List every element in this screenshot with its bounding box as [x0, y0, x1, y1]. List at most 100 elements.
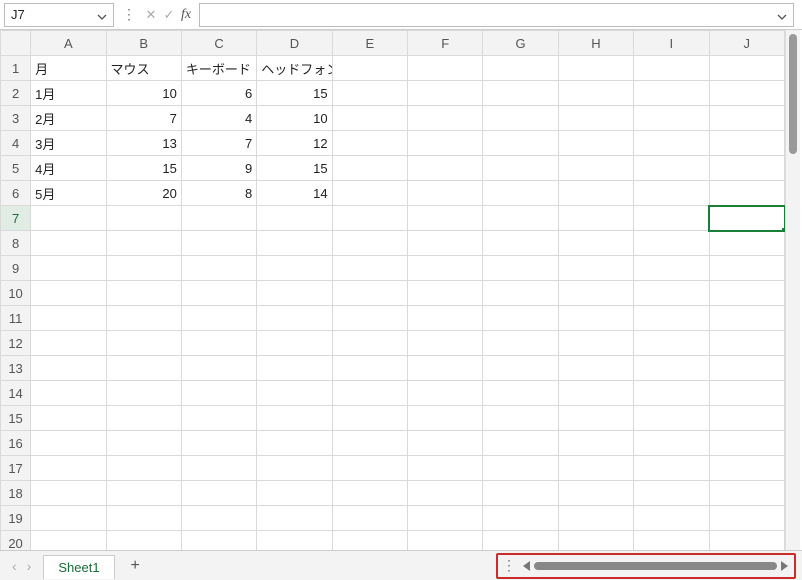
cell-D7[interactable]: [257, 206, 332, 231]
name-box[interactable]: J7: [4, 3, 114, 27]
cell-H12[interactable]: [558, 331, 633, 356]
cell-H17[interactable]: [558, 456, 633, 481]
cell-A8[interactable]: [31, 231, 106, 256]
cell-E16[interactable]: [332, 431, 407, 456]
cell-C17[interactable]: [181, 456, 256, 481]
cell-B10[interactable]: [106, 281, 181, 306]
cell-E10[interactable]: [332, 281, 407, 306]
cell-F6[interactable]: [408, 181, 483, 206]
row-head-5[interactable]: 5: [1, 156, 31, 181]
cell-I19[interactable]: [634, 506, 709, 531]
cell-G5[interactable]: [483, 156, 558, 181]
cell-J17[interactable]: [709, 456, 784, 481]
row-head-9[interactable]: 9: [1, 256, 31, 281]
cell-F18[interactable]: [408, 481, 483, 506]
cell-G1[interactable]: [483, 56, 558, 81]
cell-I3[interactable]: [634, 106, 709, 131]
row-head-1[interactable]: 1: [1, 56, 31, 81]
cell-J2[interactable]: [709, 81, 784, 106]
cell-D1[interactable]: ヘッドフォン: [257, 56, 332, 81]
cell-E12[interactable]: [332, 331, 407, 356]
cell-H15[interactable]: [558, 406, 633, 431]
cell-E5[interactable]: [332, 156, 407, 181]
row-head-10[interactable]: 10: [1, 281, 31, 306]
cell-J1[interactable]: [709, 56, 784, 81]
cell-B17[interactable]: [106, 456, 181, 481]
cell-G3[interactable]: [483, 106, 558, 131]
row-head-18[interactable]: 18: [1, 481, 31, 506]
cell-A19[interactable]: [31, 506, 106, 531]
row-head-19[interactable]: 19: [1, 506, 31, 531]
cell-D16[interactable]: [257, 431, 332, 456]
cell-G13[interactable]: [483, 356, 558, 381]
cell-H19[interactable]: [558, 506, 633, 531]
cell-B4[interactable]: 13: [106, 131, 181, 156]
row-head-15[interactable]: 15: [1, 406, 31, 431]
cell-C4[interactable]: 7: [181, 131, 256, 156]
cell-F15[interactable]: [408, 406, 483, 431]
vertical-scrollbar[interactable]: [785, 30, 800, 550]
cell-A3[interactable]: 2月: [31, 106, 106, 131]
cell-D6[interactable]: 14: [257, 181, 332, 206]
formula-input[interactable]: [199, 3, 794, 27]
cell-G8[interactable]: [483, 231, 558, 256]
row-head-17[interactable]: 17: [1, 456, 31, 481]
cancel-icon[interactable]: ✕: [143, 7, 159, 23]
cell-I5[interactable]: [634, 156, 709, 181]
cell-H2[interactable]: [558, 81, 633, 106]
vertical-dots-icon[interactable]: ⋮: [500, 557, 519, 574]
cell-C8[interactable]: [181, 231, 256, 256]
cell-C13[interactable]: [181, 356, 256, 381]
cell-E11[interactable]: [332, 306, 407, 331]
cell-F10[interactable]: [408, 281, 483, 306]
cell-J14[interactable]: [709, 381, 784, 406]
cell-F12[interactable]: [408, 331, 483, 356]
cell-E2[interactable]: [332, 81, 407, 106]
horizontal-scrollbar-thumb[interactable]: [534, 562, 777, 570]
cell-A16[interactable]: [31, 431, 106, 456]
cell-H11[interactable]: [558, 306, 633, 331]
cell-D13[interactable]: [257, 356, 332, 381]
col-head-E[interactable]: E: [332, 31, 407, 56]
cell-F13[interactable]: [408, 356, 483, 381]
cell-C16[interactable]: [181, 431, 256, 456]
cell-C12[interactable]: [181, 331, 256, 356]
cell-G17[interactable]: [483, 456, 558, 481]
cell-B11[interactable]: [106, 306, 181, 331]
row-head-16[interactable]: 16: [1, 431, 31, 456]
cell-D19[interactable]: [257, 506, 332, 531]
sheet-tab-active[interactable]: Sheet1: [43, 555, 114, 579]
cell-E14[interactable]: [332, 381, 407, 406]
row-head-6[interactable]: 6: [1, 181, 31, 206]
cell-H5[interactable]: [558, 156, 633, 181]
cell-J15[interactable]: [709, 406, 784, 431]
cell-E7[interactable]: [332, 206, 407, 231]
cell-A14[interactable]: [31, 381, 106, 406]
cell-B1[interactable]: マウス: [106, 56, 181, 81]
cell-H9[interactable]: [558, 256, 633, 281]
sheet-next-icon[interactable]: ›: [27, 558, 32, 574]
cell-C3[interactable]: 4: [181, 106, 256, 131]
cell-I10[interactable]: [634, 281, 709, 306]
cell-I6[interactable]: [634, 181, 709, 206]
cell-J19[interactable]: [709, 506, 784, 531]
cell-A2[interactable]: 1月: [31, 81, 106, 106]
cell-C1[interactable]: キーボード: [181, 56, 256, 81]
cell-E3[interactable]: [332, 106, 407, 131]
cell-A5[interactable]: 4月: [31, 156, 106, 181]
cell-D11[interactable]: [257, 306, 332, 331]
cell-H3[interactable]: [558, 106, 633, 131]
cell-F5[interactable]: [408, 156, 483, 181]
cell-G6[interactable]: [483, 181, 558, 206]
cell-C10[interactable]: [181, 281, 256, 306]
cell-B18[interactable]: [106, 481, 181, 506]
cell-E1[interactable]: [332, 56, 407, 81]
cell-I15[interactable]: [634, 406, 709, 431]
row-head-8[interactable]: 8: [1, 231, 31, 256]
cell-G12[interactable]: [483, 331, 558, 356]
row-head-3[interactable]: 3: [1, 106, 31, 131]
col-head-J[interactable]: J: [709, 31, 784, 56]
cell-B2[interactable]: 10: [106, 81, 181, 106]
cell-C15[interactable]: [181, 406, 256, 431]
cell-E15[interactable]: [332, 406, 407, 431]
